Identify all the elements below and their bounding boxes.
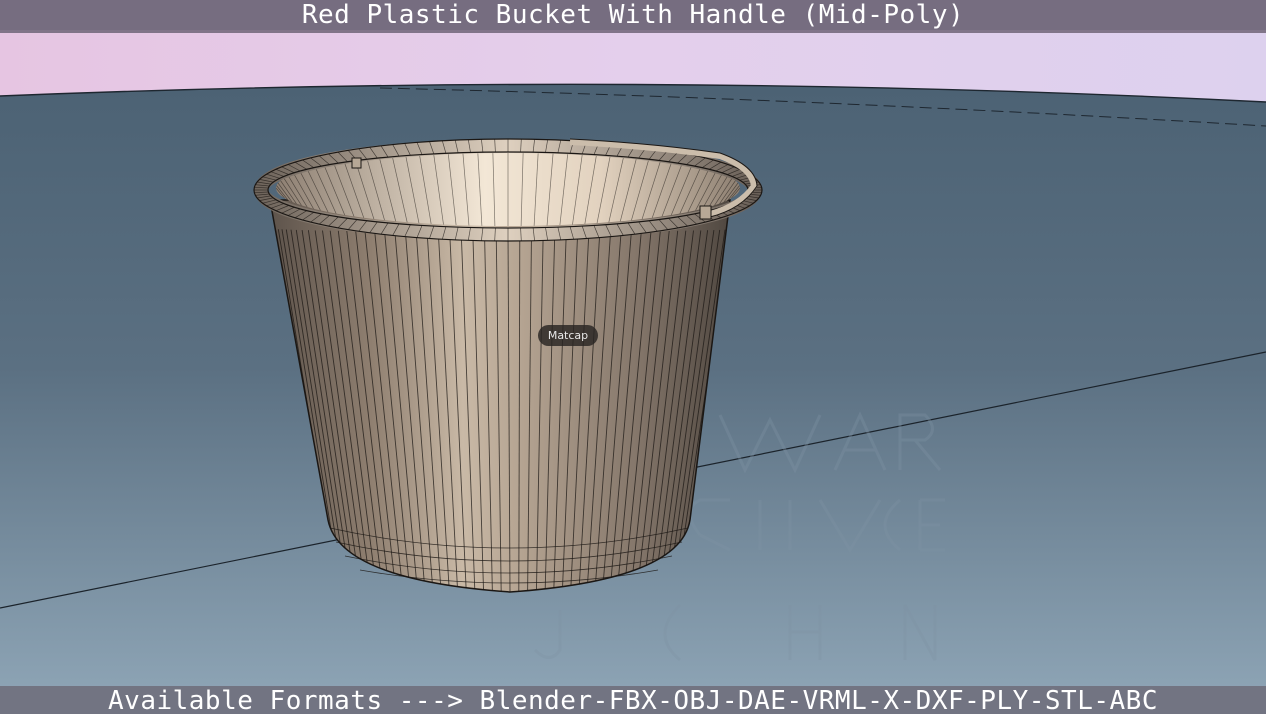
formats-banner: Available Formats ---> Blender-FBX-OBJ-D… — [0, 686, 1266, 714]
handle-clip-right — [699, 205, 712, 220]
bucket-model[interactable] — [253, 138, 763, 593]
page-title: Red Plastic Bucket With Handle (Mid-Poly… — [301, 0, 965, 30]
handle-clip-left — [351, 157, 362, 169]
scene-canvas[interactable] — [0, 0, 1266, 714]
shading-mode-badge[interactable]: Matcap — [538, 325, 598, 346]
3d-viewport[interactable]: Red Plastic Bucket With Handle (Mid-Poly… — [0, 0, 1266, 714]
available-formats-text: Available Formats ---> Blender-FBX-OBJ-D… — [108, 686, 1158, 714]
title-banner: Red Plastic Bucket With Handle (Mid-Poly… — [0, 0, 1266, 33]
